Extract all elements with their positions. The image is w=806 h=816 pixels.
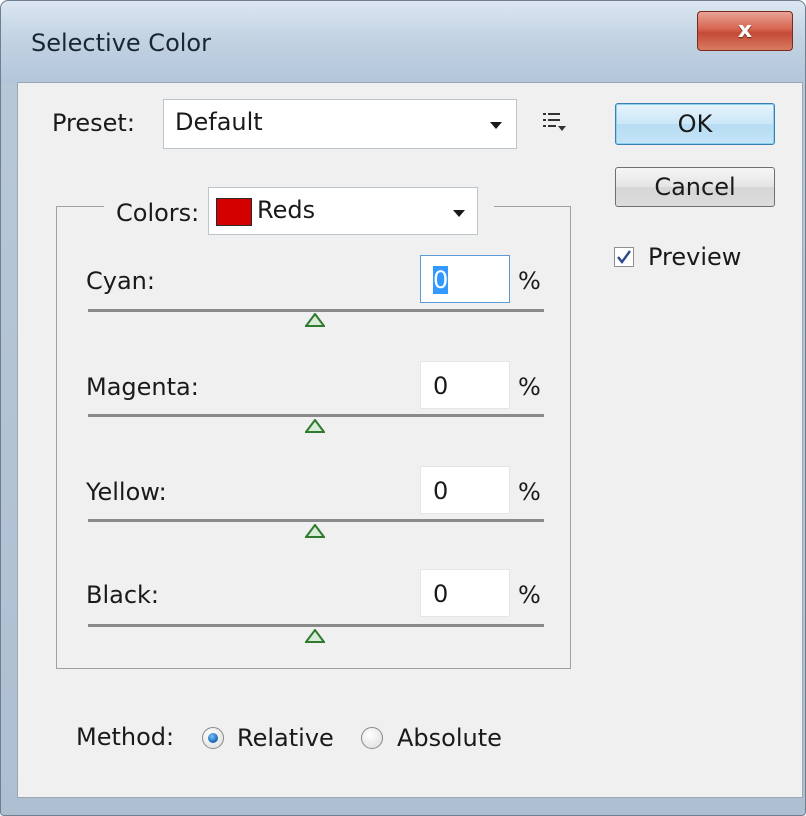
black-slider-track[interactable] <box>88 624 544 627</box>
preset-dropdown[interactable]: Default <box>163 99 517 149</box>
cyan-unit: % <box>518 267 541 295</box>
relative-radio[interactable] <box>202 727 224 749</box>
magenta-slider-track[interactable] <box>88 414 544 417</box>
close-button[interactable]: x <box>697 11 793 51</box>
yellow-slider-thumb[interactable] <box>305 524 325 538</box>
method-label: Method: <box>76 723 175 751</box>
absolute-radio[interactable] <box>361 727 383 749</box>
colors-dropdown[interactable]: Reds <box>208 187 478 235</box>
preset-value: Default <box>175 108 263 136</box>
cyan-slider-thumb[interactable] <box>305 313 325 327</box>
cyan-label: Cyan: <box>86 267 155 295</box>
checkmark-icon <box>617 250 631 264</box>
close-icon: x <box>737 18 753 43</box>
preview-checkbox[interactable] <box>614 247 634 267</box>
cyan-value: 0 <box>433 266 449 294</box>
magenta-value: 0 <box>433 372 449 400</box>
title-bar[interactable]: Selective Color x <box>1 1 805 83</box>
list-options-icon[interactable] <box>542 111 568 133</box>
yellow-unit: % <box>518 478 541 506</box>
yellow-value: 0 <box>433 477 449 505</box>
black-slider-thumb[interactable] <box>305 629 325 643</box>
magenta-unit: % <box>518 373 541 401</box>
dialog-title: Selective Color <box>31 29 211 57</box>
cyan-input[interactable]: 0 <box>420 255 510 303</box>
absolute-label: Absolute <box>397 724 502 752</box>
cyan-slider-track[interactable] <box>88 309 544 312</box>
preset-label: Preset: <box>52 109 135 137</box>
black-value: 0 <box>433 580 449 608</box>
yellow-input[interactable]: 0 <box>420 466 510 514</box>
cancel-button[interactable]: Cancel <box>615 167 775 207</box>
magenta-slider-thumb[interactable] <box>305 419 325 433</box>
magenta-input[interactable]: 0 <box>420 361 510 409</box>
dialog-body: Preset: Default OK Cancel Preview Colors… <box>17 82 803 798</box>
red-swatch <box>216 198 252 226</box>
colors-value: Reds <box>257 196 316 224</box>
ok-button[interactable]: OK <box>615 103 775 145</box>
preview-label: Preview <box>648 243 742 271</box>
chevron-down-icon <box>453 210 465 217</box>
chevron-down-icon <box>490 122 502 129</box>
colors-label: Colors: <box>116 199 200 227</box>
yellow-label: Yellow: <box>86 478 167 506</box>
magenta-label: Magenta: <box>86 373 199 401</box>
black-label: Black: <box>86 581 160 609</box>
relative-label: Relative <box>237 724 334 752</box>
black-input[interactable]: 0 <box>420 569 510 617</box>
yellow-slider-track[interactable] <box>88 519 544 522</box>
black-unit: % <box>518 581 541 609</box>
